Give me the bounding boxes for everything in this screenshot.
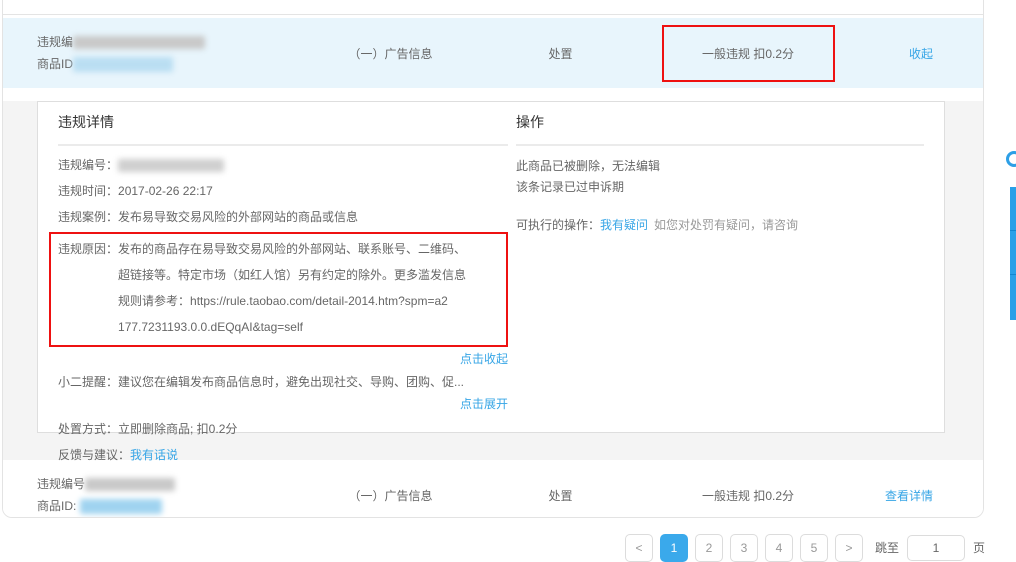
page-button-4[interactable]: 4 <box>765 534 793 562</box>
detail-reason-label: 违规原因： <box>58 236 118 340</box>
prev-page-button[interactable]: < <box>625 534 653 562</box>
page-button-3[interactable]: 3 <box>730 534 758 562</box>
page-button-5[interactable]: 5 <box>800 534 828 562</box>
violation-no-value-redacted <box>85 478 175 491</box>
view-detail-link[interactable]: 查看详情 <box>885 487 933 504</box>
violation-detail-card: 违规详情 违规编号： 违规时间： 2017-02-26 22:17 违规案例： … <box>37 101 945 433</box>
feedback-label: 反馈与建议： <box>58 442 130 468</box>
disposal-method-value: 立即删除商品; 扣0.2分 <box>118 416 237 442</box>
penalty-highlight-box: 一般违规 扣0.2分 <box>662 25 835 82</box>
chevron-right-icon: > <box>845 541 852 555</box>
reminder-label: 小二提醒： <box>58 371 118 393</box>
violation-category: （一）广告信息 <box>308 45 473 62</box>
next-page-button[interactable]: > <box>835 534 863 562</box>
violation-detail-panel: 违规详情 违规编号： 违规时间： 2017-02-26 22:17 违规案例： … <box>58 102 508 432</box>
reminder-expand-link[interactable]: 点击展开 <box>460 397 508 411</box>
page-unit-label: 页 <box>973 534 985 562</box>
disposal-column: 处置 <box>473 45 648 62</box>
violation-category: （一）广告信息 <box>308 487 473 504</box>
floating-service-icon[interactable] <box>1006 151 1016 167</box>
reminder-value: 建议您在编辑发布商品信息时，避免出现社交、导购、团购、促... <box>118 371 464 393</box>
product-id-label: 商品ID <box>37 53 73 75</box>
reason-collapse-link[interactable]: 点击收起 <box>460 352 508 366</box>
detail-case-label: 违规案例： <box>58 204 118 230</box>
page-button-2[interactable]: 2 <box>695 534 723 562</box>
question-link[interactable]: 我有疑问 <box>600 218 648 232</box>
violation-record-row: 违规编号 商品ID: （一）广告信息 处置 一般违规 扣0.2分 查看详情 <box>3 460 983 518</box>
records-panel: 违规编 商品ID （一）广告信息 处置 一般违规 扣0.2分 收起 违规详情 <box>2 0 984 518</box>
penalty-text: 一般违规 扣0.2分 <box>702 45 794 62</box>
pagination: < 1 2 3 4 5 > 跳至 页 <box>625 534 985 562</box>
operation-title: 操作 <box>516 102 924 146</box>
violation-no-value-redacted <box>73 36 205 49</box>
available-actions-label: 可执行的操作： <box>516 218 600 232</box>
violation-record-header: 违规编 商品ID （一）广告信息 处置 一般违规 扣0.2分 收起 <box>3 18 983 88</box>
penalty-text: 一般违规 扣0.2分 <box>702 487 794 504</box>
detail-reason-value: 发布的商品存在易导致交易风险的外部网站、联系账号、二维码、 超链接等。特定市场（… <box>118 236 466 340</box>
chevron-left-icon: < <box>635 541 642 555</box>
jump-to-label: 跳至 <box>875 534 899 562</box>
violation-detail-title: 违规详情 <box>58 102 508 146</box>
disposal-column: 处置 <box>473 487 648 504</box>
violation-no-label: 违规编号 <box>37 473 85 495</box>
detail-no-label: 违规编号： <box>58 152 118 178</box>
feedback-link[interactable]: 我有话说 <box>130 442 178 468</box>
collapse-record-link[interactable]: 收起 <box>909 45 933 62</box>
operation-status-line1: 此商品已被删除，无法编辑 <box>516 156 924 177</box>
reason-highlight-box: 违规原因： 发布的商品存在易导致交易风险的外部网站、联系账号、二维码、 超链接等… <box>49 232 508 347</box>
operation-status-line2: 该条记录已过申诉期 <box>516 177 924 198</box>
product-id-label: 商品ID: <box>37 495 76 517</box>
disposal-method-label: 处置方式： <box>58 416 118 442</box>
detail-time-value: 2017-02-26 22:17 <box>118 178 213 204</box>
product-id-value-redacted <box>73 57 173 72</box>
operation-panel: 操作 此商品已被删除，无法编辑 该条记录已过申诉期 可执行的操作：我有疑问如您对… <box>516 102 924 432</box>
floating-toolbar[interactable] <box>1010 187 1016 320</box>
product-id-value-redacted <box>80 499 162 514</box>
detail-time-label: 违规时间： <box>58 178 118 204</box>
jump-page-input[interactable] <box>907 535 965 561</box>
violation-no-label: 违规编 <box>37 31 73 53</box>
record-ids: 违规编 商品ID <box>3 31 308 75</box>
tab-strip <box>3 0 983 15</box>
violation-record-body: 违规详情 违规编号： 违规时间： 2017-02-26 22:17 违规案例： … <box>3 101 983 460</box>
detail-case-value: 发布易导致交易风险的外部网站的商品或信息 <box>118 204 358 230</box>
record-ids: 违规编号 商品ID: <box>3 473 308 517</box>
question-hint: 如您对处罚有疑问，请咨询 <box>654 218 798 232</box>
detail-no-value-redacted <box>118 159 224 172</box>
page-button-1[interactable]: 1 <box>660 534 688 562</box>
